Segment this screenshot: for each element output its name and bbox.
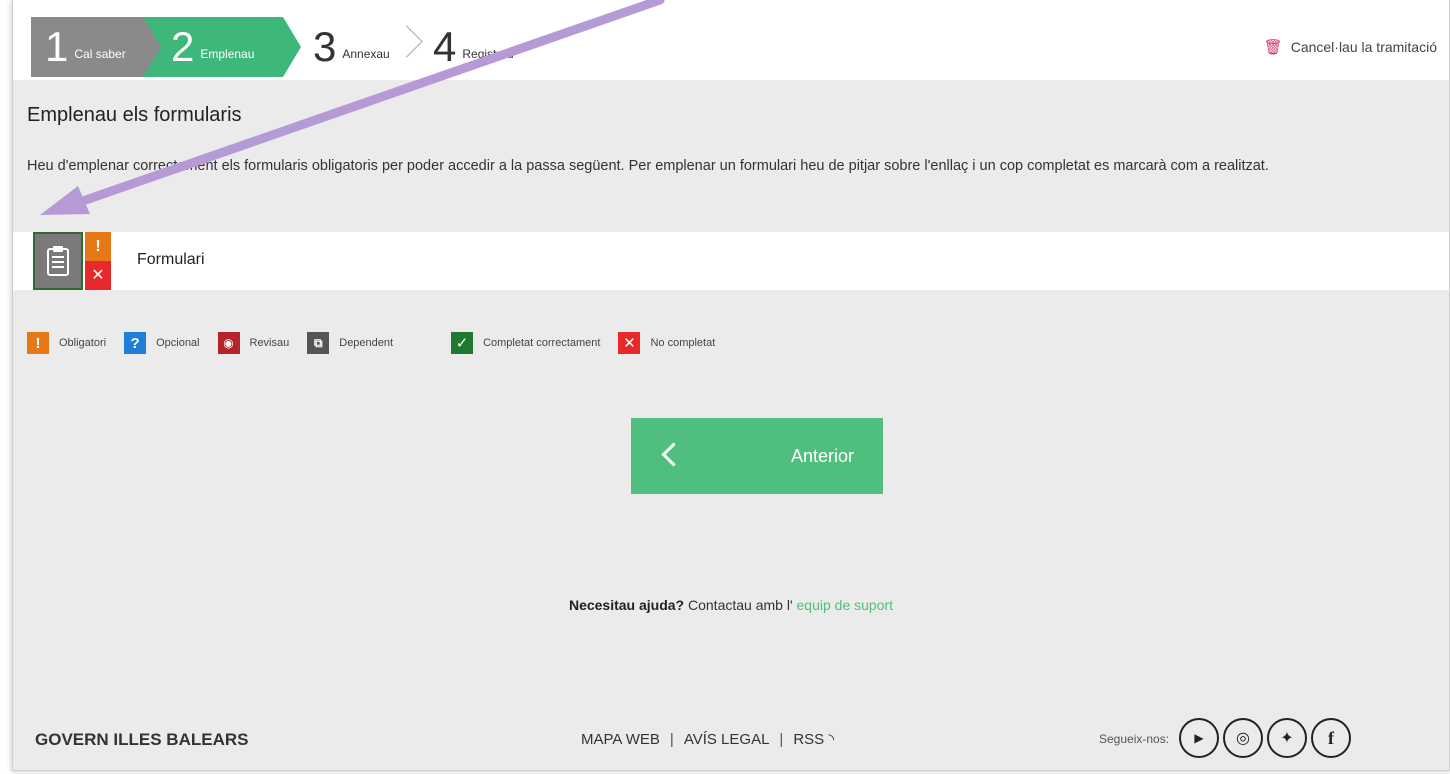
- eye-icon: ◉: [217, 332, 240, 354]
- page-title: Emplenau els formularis: [27, 104, 242, 126]
- chevron-left-icon: [661, 442, 686, 467]
- step-label: Emplenau: [200, 47, 255, 61]
- step-label: Cal saber: [74, 47, 126, 61]
- legend-label: No completat: [650, 337, 716, 349]
- step-number: 3: [313, 23, 337, 70]
- question-icon: ?: [124, 332, 147, 354]
- previous-button[interactable]: Anterior: [631, 418, 883, 494]
- form-row[interactable]: ! ✕ Formulari: [13, 232, 1449, 290]
- step-number: 2: [171, 23, 195, 70]
- instagram-icon[interactable]: ◎: [1223, 718, 1263, 758]
- step-number: 4: [433, 23, 457, 70]
- clipboard-icon[interactable]: [33, 232, 83, 290]
- step-3[interactable]: 3 Annexau: [313, 17, 390, 77]
- follow-label: Segueix-nos:: [1099, 732, 1170, 746]
- step-label: Annexau: [342, 47, 390, 61]
- close-icon: ✕: [618, 332, 641, 354]
- divider: |: [779, 730, 784, 748]
- form-link[interactable]: Formulari: [137, 251, 205, 269]
- youtube-icon[interactable]: ▶: [1179, 718, 1219, 758]
- legend-item-no-completat: ✕ No completat: [618, 332, 715, 354]
- page-frame: 1 Cal saber 2 Emplenau 3 Annexau 4 Regis…: [12, 0, 1450, 771]
- footer-links: MAPA WEB | AVÍS LEGAL | RSS ◝: [581, 730, 834, 749]
- legal-link[interactable]: AVÍS LEGAL: [684, 731, 770, 748]
- footer-brand: GOVERN ILLES BALEARS: [35, 730, 249, 749]
- trash-icon: 🗑: [1263, 39, 1283, 56]
- help-body: Contactau amb l': [684, 597, 797, 613]
- previous-label: Anterior: [791, 446, 855, 466]
- not-completed-badge-icon: ✕: [85, 261, 111, 290]
- legend-item-revisau: ◉ Revisau: [217, 332, 290, 354]
- twitter-icon[interactable]: ✦: [1267, 718, 1307, 758]
- legend-item-opcional: ? Opcional: [124, 332, 200, 354]
- step-bar: 1 Cal saber 2 Emplenau 3 Annexau 4 Regis…: [13, 0, 1449, 80]
- legend-item-completat: ✓ Completat correctament: [451, 332, 600, 354]
- legend-label: Opcional: [156, 337, 200, 349]
- legend-label: Obligatori: [59, 337, 107, 349]
- legend-label: Dependent: [339, 337, 394, 349]
- legend-label: Revisau: [249, 337, 290, 349]
- sitemap-link[interactable]: MAPA WEB: [581, 731, 660, 748]
- help-question: Necesitau ajuda?: [568, 597, 685, 613]
- legend-item-dependent: ⧉ Dependent: [307, 332, 393, 354]
- facebook-icon[interactable]: f: [1311, 718, 1351, 758]
- help-text: Necesitau ajuda? Contactau amb l' equip …: [13, 597, 1449, 613]
- page-description: Heu d'emplenar correctament els formular…: [27, 158, 1269, 174]
- support-link[interactable]: equip de suport: [797, 597, 894, 613]
- rss-label: RSS: [793, 731, 825, 748]
- cancel-procedure-link[interactable]: 🗑 Cancel·lau la tramitació: [1264, 38, 1437, 56]
- step-4[interactable]: 4 Registrau: [433, 17, 514, 77]
- chevron-right-icon: [390, 25, 423, 58]
- rss-icon: ◝: [828, 731, 835, 748]
- mandatory-badge-icon: !: [85, 232, 111, 261]
- step-2[interactable]: 2 Emplenau: [143, 17, 301, 77]
- step-number: 1: [45, 23, 69, 70]
- step-label: Registrau: [462, 47, 514, 61]
- rss-link[interactable]: RSS ◝: [793, 730, 834, 748]
- check-icon: ✓: [451, 332, 474, 354]
- dependent-icon: ⧉: [307, 332, 330, 354]
- legend-label: Completat correctament: [483, 337, 601, 349]
- exclamation-icon: !: [27, 332, 49, 354]
- cancel-label: Cancel·lau la tramitació: [1290, 39, 1437, 55]
- divider: |: [669, 730, 674, 748]
- legend-item-obligatori: ! Obligatori: [27, 332, 106, 354]
- legend: ! Obligatori ? Opcional ◉ Revisau ⧉ Depe…: [27, 332, 733, 354]
- step-1[interactable]: 1 Cal saber: [31, 17, 161, 77]
